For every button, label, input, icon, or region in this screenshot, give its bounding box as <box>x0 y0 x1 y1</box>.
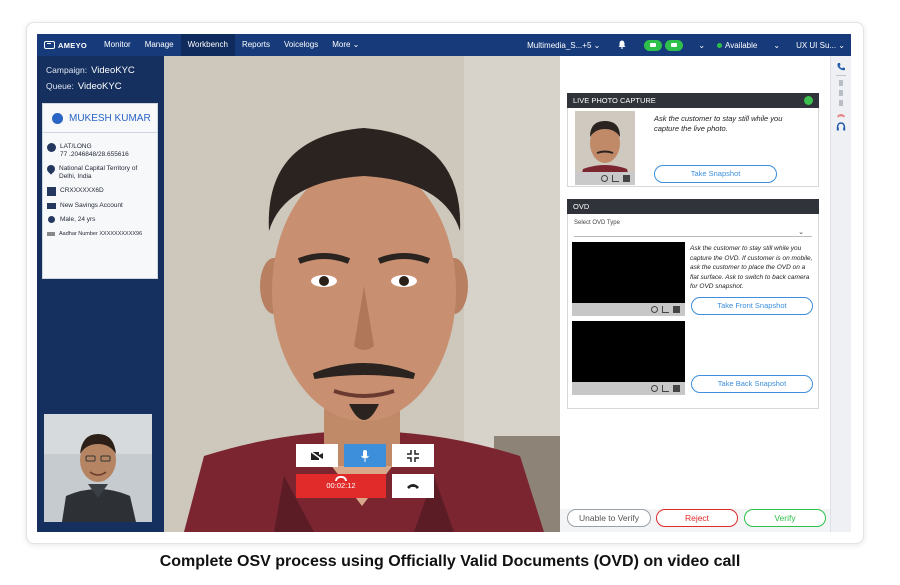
agent-self-video <box>44 414 152 522</box>
building-icon <box>47 187 56 196</box>
phone-pill-icon[interactable] <box>644 39 663 51</box>
queue-line: Queue: VideoKYC <box>46 81 122 92</box>
ameyo-logo: AMEYO <box>37 41 97 50</box>
status-chevron[interactable]: ⌄ <box>763 41 790 50</box>
hangup-small-icon[interactable] <box>836 110 846 120</box>
view-icon[interactable] <box>651 306 658 313</box>
camera-off-button[interactable] <box>296 444 338 467</box>
transfer-call-button[interactable] <box>392 474 434 498</box>
user-avatar-icon <box>52 112 63 124</box>
ovd-front-toolbar <box>572 303 685 316</box>
person-icon <box>48 216 55 223</box>
nav-monitor[interactable]: Monitor <box>97 34 138 56</box>
unable-to-verify-button[interactable]: Unable to Verify <box>567 509 651 527</box>
transfer-icon[interactable] <box>839 100 843 106</box>
customer-card: MUKESH KUMAR LAT/LONG 77 .2046848/28.6556… <box>42 103 158 279</box>
aadhar-row: Aadhar Number XXXXXXXXXX96 <box>43 230 157 238</box>
reject-button[interactable]: Reject <box>656 509 738 527</box>
crop-icon[interactable] <box>662 385 669 392</box>
nav-voicelogs[interactable]: Voicelogs <box>277 34 325 56</box>
live-photo-toolbar <box>575 172 635 185</box>
divider <box>836 75 846 76</box>
app-window: AMEYO Monitor Manage Workbench Reports V… <box>37 34 851 532</box>
agent-video-image <box>44 414 152 522</box>
notification-button[interactable] <box>606 40 638 51</box>
handset-icon <box>407 484 419 489</box>
take-back-snapshot-button[interactable]: Take Back Snapshot <box>691 375 813 393</box>
minimize-button[interactable] <box>392 444 434 467</box>
verify-button[interactable]: Verify <box>744 509 826 527</box>
ovd-section: Select OVD Type ⌄ Ask the customer to st… <box>567 214 819 409</box>
delete-icon[interactable] <box>673 306 680 313</box>
live-photo-header: LIVE PHOTO CAPTURE <box>567 93 819 108</box>
user-menu[interactable]: UX UI Su... ⌄ <box>790 41 851 50</box>
hold-icon[interactable] <box>839 90 843 96</box>
card-icon <box>47 203 56 209</box>
headset-icon[interactable] <box>836 122 846 132</box>
location-row: National Capital Territory of Delhi, Ind… <box>43 163 157 181</box>
location-pin-icon <box>45 163 57 175</box>
end-call-button[interactable]: 00:02:12 <box>296 474 386 498</box>
live-photo-instruction: Ask the customer to stay still while you… <box>654 114 783 133</box>
ovd-type-select[interactable] <box>574 236 812 237</box>
ovd-header: OVD <box>567 199 819 214</box>
top-nav: AMEYO Monitor Manage Workbench Reports V… <box>37 34 851 56</box>
figure-caption: Complete OSV process using Officially Va… <box>159 553 741 570</box>
id-row: CRXXXXXX6D <box>43 187 157 196</box>
grid-icon[interactable] <box>839 80 843 86</box>
demographic-row: Male, 24 yrs <box>43 216 157 224</box>
collapse-icon <box>407 449 419 462</box>
ameyo-logo-icon <box>44 41 55 49</box>
customer-name: MUKESH KUMAR <box>69 112 151 124</box>
status-dot-icon <box>717 42 723 48</box>
chat-pill-icon[interactable] <box>665 39 684 51</box>
live-photo-section: Ask the customer to stay still while you… <box>567 108 819 187</box>
ovd-front-preview <box>572 242 685 316</box>
bell-icon <box>618 40 626 49</box>
media-selector[interactable]: Multimedia_S...+5 ⌄ <box>521 41 606 50</box>
ovd-back-toolbar <box>572 382 685 395</box>
account-row: New Savings Account <box>43 202 157 210</box>
ovd-back-preview <box>572 321 685 395</box>
phone-icon[interactable] <box>836 62 846 72</box>
call-controls <box>638 39 692 51</box>
nav-reports[interactable]: Reports <box>235 34 277 56</box>
ovd-instruction: Ask the customer to stay still while you… <box>690 245 813 290</box>
globe-icon <box>47 143 56 152</box>
take-front-snapshot-button[interactable]: Take Front Snapshot <box>691 297 813 315</box>
take-snapshot-button[interactable]: Take Snapshot <box>654 165 777 183</box>
view-icon[interactable] <box>651 385 658 392</box>
view-icon[interactable] <box>601 175 608 182</box>
nav-right: Multimedia_S...+5 ⌄ ⌄ Available ⌄ UX UI … <box>521 34 851 56</box>
status-selector[interactable]: Available <box>711 41 763 50</box>
microphone-icon <box>361 449 369 462</box>
left-panel: Campaign: VideoKYC Queue: VideoKYC MUKESH … <box>37 56 164 532</box>
call-timer: 00:02:12 <box>326 481 356 490</box>
verification-panel: LIVE PHOTO CAPTURE Ask the customer to s… <box>560 56 830 532</box>
crop-icon[interactable] <box>612 175 619 182</box>
customer-header: MUKESH KUMAR <box>43 104 157 133</box>
nav-workbench[interactable]: Workbench <box>180 34 235 56</box>
customer-video: 00:02:12 <box>164 56 560 532</box>
delete-icon[interactable] <box>623 175 630 182</box>
latlong-row: LAT/LONG 77 .2046848/28.655616 <box>43 143 157 159</box>
delete-icon[interactable] <box>673 385 680 392</box>
nav-more[interactable]: More ⌄ <box>325 34 366 56</box>
check-icon <box>804 96 813 105</box>
campaign-line: Campaign: VideoKYC <box>46 65 135 76</box>
live-photo-thumbnail <box>575 111 635 185</box>
crop-icon[interactable] <box>662 306 669 313</box>
nav-manage[interactable]: Manage <box>138 34 181 56</box>
side-toolbar <box>830 56 851 532</box>
mute-button[interactable] <box>344 444 386 467</box>
expand-chevron[interactable]: ⌄ <box>692 41 711 50</box>
fingerprint-icon <box>47 232 55 236</box>
chevron-down-icon[interactable]: ⌄ <box>798 228 804 236</box>
ovd-type-label: Select OVD Type <box>574 220 620 226</box>
camera-off-icon <box>310 450 324 461</box>
